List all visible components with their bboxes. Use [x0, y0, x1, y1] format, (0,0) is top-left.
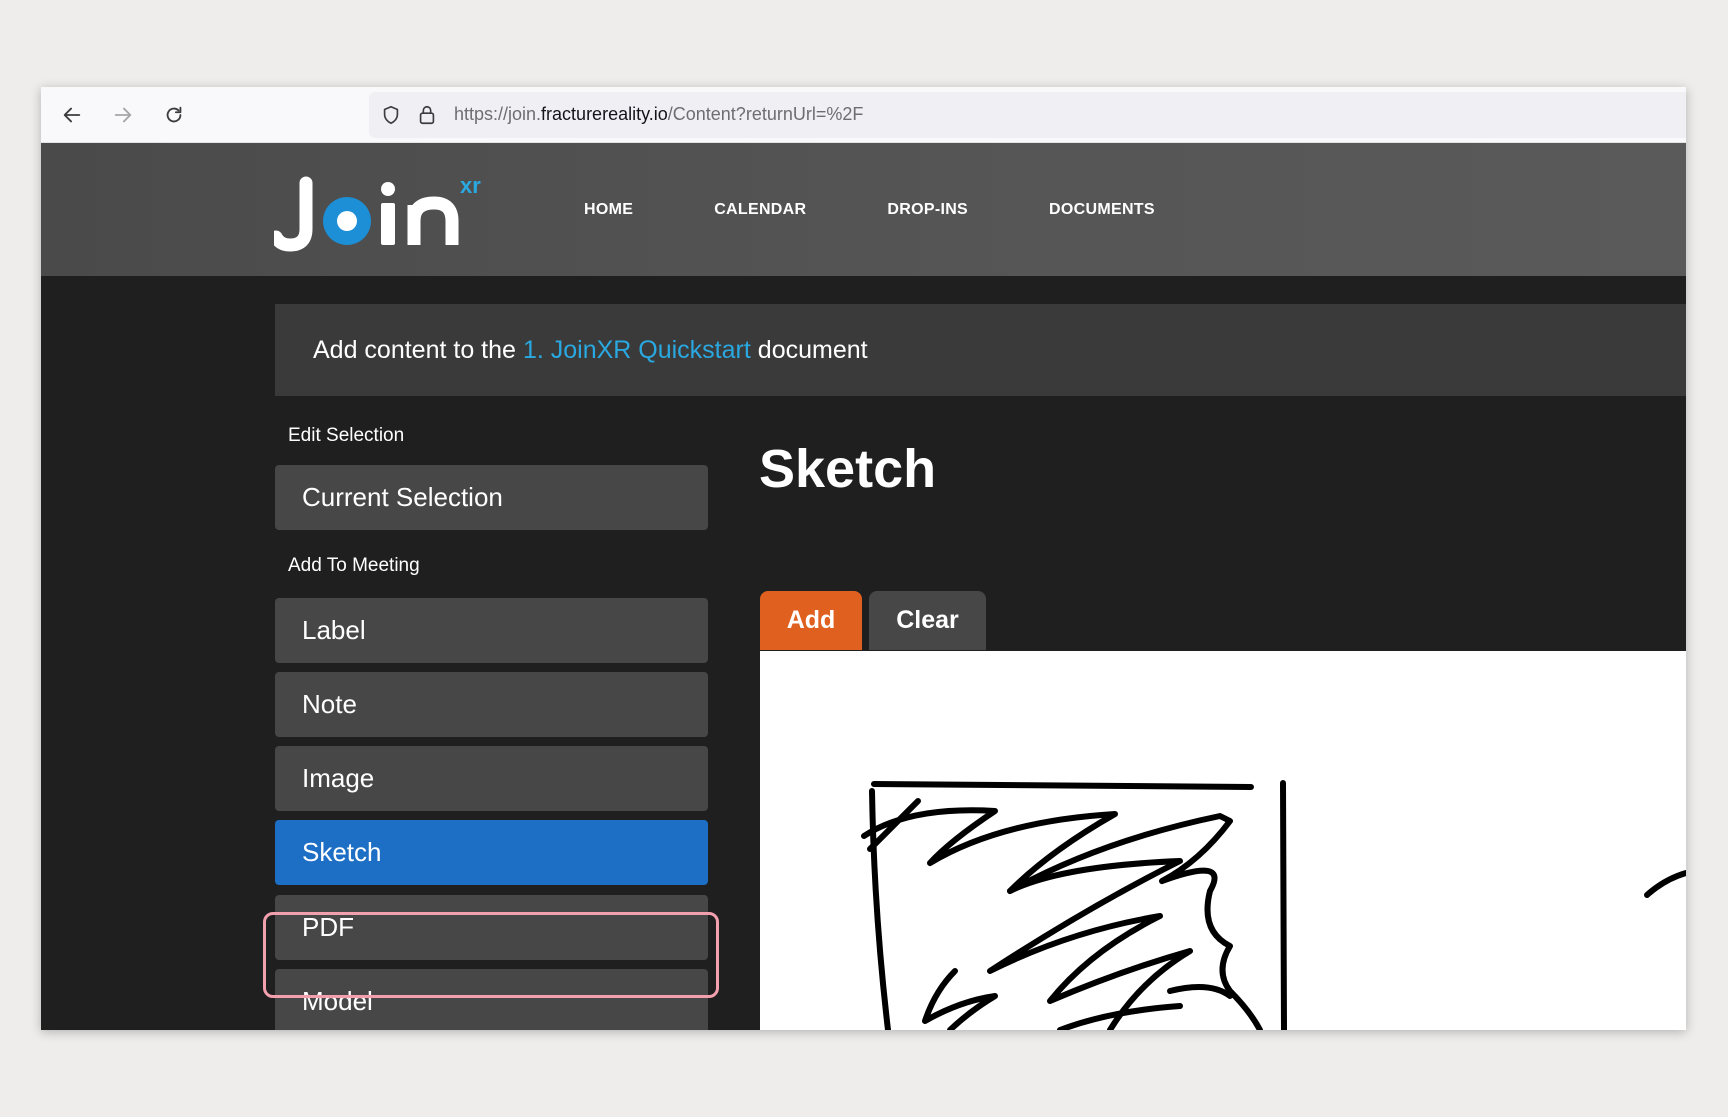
- nav-drop-ins[interactable]: DROP-INS: [887, 201, 968, 219]
- sidebar-item-pdf[interactable]: PDF: [275, 895, 708, 960]
- nav-calendar[interactable]: CALENDAR: [714, 201, 806, 219]
- nav-home[interactable]: HOME: [584, 201, 633, 219]
- nav-documents[interactable]: DOCUMENTS: [1049, 201, 1155, 219]
- panel-title: Sketch: [759, 439, 937, 499]
- document-banner: Add content to the 1. JoinXR Quickstart …: [275, 304, 1686, 396]
- reload-icon: [166, 106, 182, 123]
- edit-selection-label: Edit Selection: [288, 425, 405, 446]
- add-to-meeting-label: Add To Meeting: [288, 555, 420, 576]
- back-button[interactable]: [58, 101, 86, 129]
- sidebar-item-sketch[interactable]: Sketch: [275, 820, 708, 885]
- forward-button[interactable]: [109, 101, 137, 129]
- main-nav: HOME CALENDAR DROP-INS DOCUMENTS: [584, 143, 1236, 276]
- sidebar-item-note[interactable]: Note: [275, 672, 708, 737]
- lock-icon[interactable]: [416, 104, 438, 126]
- banner-suffix: document: [757, 335, 868, 364]
- shield-icon[interactable]: [380, 104, 402, 126]
- clear-button[interactable]: Clear: [869, 591, 986, 650]
- banner-prefix: Add content to the: [313, 335, 516, 364]
- logo-superscript: xr: [460, 173, 481, 198]
- sidebar-item-label[interactable]: Label: [275, 598, 708, 663]
- url-text[interactable]: https://join.fracturereality.io/Content?…: [454, 104, 863, 125]
- browser-toolbar: https://join.fracturereality.io/Content?…: [41, 87, 1686, 143]
- site-header: xr HOME CALENDAR DROP-INS DOCUMENTS: [41, 143, 1686, 276]
- arrow-left-icon: [63, 107, 81, 123]
- document-link[interactable]: 1. JoinXR Quickstart: [523, 336, 751, 365]
- sidebar-item-model[interactable]: Model: [275, 969, 708, 1030]
- arrow-right-icon: [114, 107, 132, 123]
- browser-window: https://join.fracturereality.io/Content?…: [41, 87, 1686, 1030]
- content-type-sidebar: Edit Selection Current Selection Add To …: [275, 426, 708, 1030]
- current-selection-button[interactable]: Current Selection: [275, 465, 708, 530]
- sketch-canvas[interactable]: [760, 651, 1686, 1030]
- sketch-drawing: [861, 780, 1686, 1030]
- sidebar-item-image[interactable]: Image: [275, 746, 708, 811]
- add-button[interactable]: Add: [760, 591, 862, 650]
- reload-button[interactable]: [160, 101, 188, 129]
- logo-mark: xr: [269, 173, 481, 252]
- address-bar[interactable]: https://join.fracturereality.io/Content?…: [369, 92, 1686, 138]
- content-area: Add content to the 1. JoinXR Quickstart …: [41, 276, 1686, 1030]
- joinxr-logo[interactable]: xr: [269, 171, 494, 253]
